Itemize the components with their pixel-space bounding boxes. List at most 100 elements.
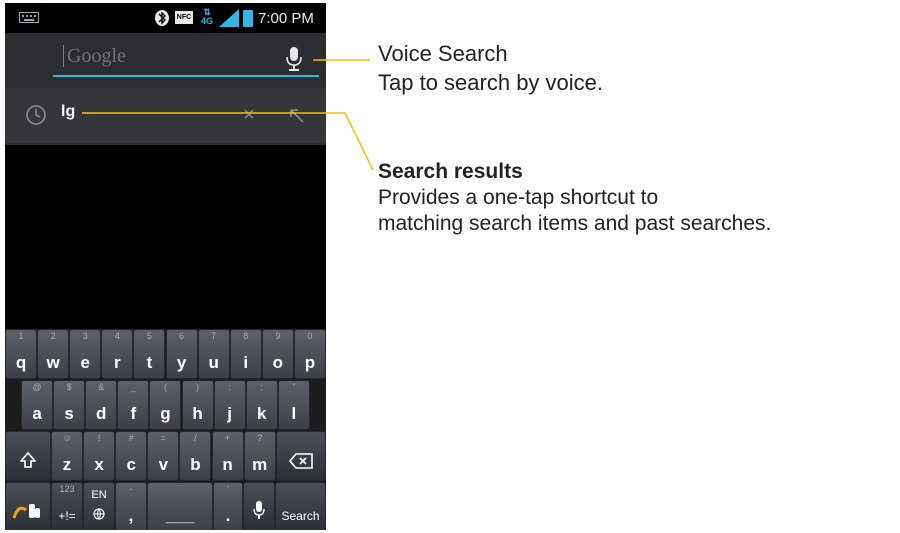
key-q-alt-label: 1 — [18, 331, 24, 341]
search-results-callout-description-line2: matching search items and past searches. — [378, 212, 772, 235]
microphone-icon — [253, 501, 265, 519]
key-p[interactable]: 0p — [293, 329, 326, 379]
key-c[interactable]: # c — [115, 431, 148, 481]
key-i-alt-label: 8 — [243, 331, 249, 341]
key-i[interactable]: 8i — [229, 329, 262, 379]
comma-key[interactable]: -, — [115, 482, 147, 530]
key-l-alt-label: " — [292, 382, 296, 392]
key-v-label: v — [158, 455, 169, 474]
key-d[interactable]: & d — [85, 380, 118, 430]
period-key[interactable]: '. — [213, 482, 243, 530]
key-u-label: u — [208, 353, 219, 372]
phone-screen: NFC ⇅ 4G 7:00 PM Google lg × 1 q 2 w 3 e… — [5, 3, 326, 530]
key-f[interactable]: _ f — [117, 380, 150, 430]
key-t[interactable]: 5t — [133, 329, 166, 379]
voice-input-key[interactable] — [243, 482, 275, 530]
key-c-label: c — [126, 455, 136, 474]
key-j[interactable]: :j — [213, 380, 246, 430]
key-z[interactable]: ☺ z — [51, 431, 84, 481]
key-s-alt-label: $ — [66, 382, 72, 392]
key-c-alt-label: # — [128, 433, 134, 443]
key-l-label: l — [291, 404, 297, 423]
shift-icon — [19, 451, 37, 468]
key-v[interactable]: = v — [147, 431, 180, 481]
key-v-alt-label: = — [160, 433, 166, 443]
symbols-key-alt-label: 123 — [59, 484, 75, 494]
key-b[interactable]: / b — [179, 431, 212, 481]
key-h[interactable]: ) h — [181, 380, 214, 430]
symbols-key-label: +!= — [58, 509, 76, 523]
key-p-alt-label: 0 — [307, 331, 313, 341]
key-q-label: q — [15, 353, 27, 372]
key-y[interactable]: 6y — [165, 329, 198, 379]
key-g-label: g — [160, 404, 171, 423]
search-underline — [53, 75, 319, 77]
key-b-label: b — [190, 455, 201, 474]
swipe-gesture-icon — [12, 504, 40, 519]
arrow-up-left-icon[interactable] — [285, 102, 309, 128]
key-w[interactable]: 2w — [37, 329, 70, 379]
key-d-label: d — [96, 404, 107, 423]
backspace-key[interactable] — [276, 431, 326, 481]
period-key-label: . — [225, 506, 231, 525]
status-time: 7:00 PM — [258, 10, 314, 27]
bluetooth-icon — [155, 10, 169, 26]
key-r-label: r — [114, 353, 121, 372]
key-w-alt-label: 2 — [50, 331, 56, 341]
key-o[interactable]: 9o — [261, 329, 294, 379]
comma-key-alt-label: - — [129, 484, 133, 494]
key-t-label: t — [146, 353, 153, 372]
remove-suggestion-button[interactable]: × — [237, 102, 261, 128]
key-r[interactable]: 4r — [101, 329, 134, 379]
search-panel: lg × — [5, 33, 326, 145]
space-key[interactable]: ___ — [147, 482, 213, 530]
key-b-alt-label: / — [194, 433, 197, 443]
key-x[interactable]: ! x — [83, 431, 116, 481]
shift-key[interactable] — [5, 431, 51, 481]
key-x-alt-label: ! — [97, 433, 101, 443]
key-p-label: p — [304, 353, 316, 372]
key-u[interactable]: 7u — [197, 329, 230, 379]
key-n-alt-label: + — [224, 433, 231, 443]
language-key[interactable]: EN — [83, 482, 115, 530]
key-y-label: y — [176, 353, 187, 372]
language-key-alt-label: EN — [91, 489, 107, 501]
key-w-label: w — [46, 353, 60, 372]
network-type-label: 4G — [200, 16, 213, 26]
key-x-label: x — [94, 455, 104, 474]
search-key-label: Search — [281, 509, 320, 523]
symbols-key[interactable]: 123 +!= — [51, 482, 83, 530]
key-k[interactable]: ; k — [245, 380, 278, 430]
key-y-alt-label: 6 — [179, 331, 185, 341]
on-screen-keyboard: 1 q 2 w 3 e 4 r 5 t 6 y 7 u 8 i 9 o 0 p @ a $ s & d _ f(g) h: j; k " l ☺ z… — [5, 329, 326, 530]
key-q[interactable]: 1q — [5, 329, 38, 379]
key-l[interactable]: " l — [277, 380, 310, 430]
suggestion-text: lg — [61, 103, 76, 120]
key-s[interactable]: $ s — [53, 380, 86, 430]
voice-search-button[interactable] — [283, 45, 305, 73]
key-m-alt-label: ? — [257, 433, 263, 443]
backspace-icon — [288, 453, 313, 469]
key-i-label: i — [243, 353, 249, 372]
key-g[interactable]: (g — [149, 380, 182, 430]
key-o-alt-label: 9 — [275, 331, 281, 341]
key-e-label: e — [80, 353, 90, 372]
period-key-alt-label: ' — [227, 484, 229, 494]
keyboard-icon — [19, 12, 39, 23]
key-s-label: s — [64, 404, 74, 423]
search-field-row — [5, 33, 326, 85]
voice-search-callout-description: Tap to search by voice. — [378, 70, 604, 95]
swipe-gesture-key[interactable] — [5, 482, 51, 530]
key-j-alt-label: : — [228, 382, 231, 392]
search-key[interactable]: Search — [275, 482, 326, 530]
key-k-alt-label: ; — [260, 382, 263, 392]
key-m[interactable]: ? m — [243, 431, 276, 481]
microphone-icon — [286, 47, 302, 71]
key-k-label: k — [257, 404, 267, 423]
space-key-label: ___ — [165, 506, 195, 525]
key-e[interactable]: 3e — [69, 329, 102, 379]
key-a[interactable]: @ a — [21, 380, 54, 430]
key-n[interactable]: + n — [211, 431, 244, 481]
search-suggestion-row[interactable]: lg × — [5, 88, 326, 143]
search-input[interactable] — [67, 42, 267, 70]
